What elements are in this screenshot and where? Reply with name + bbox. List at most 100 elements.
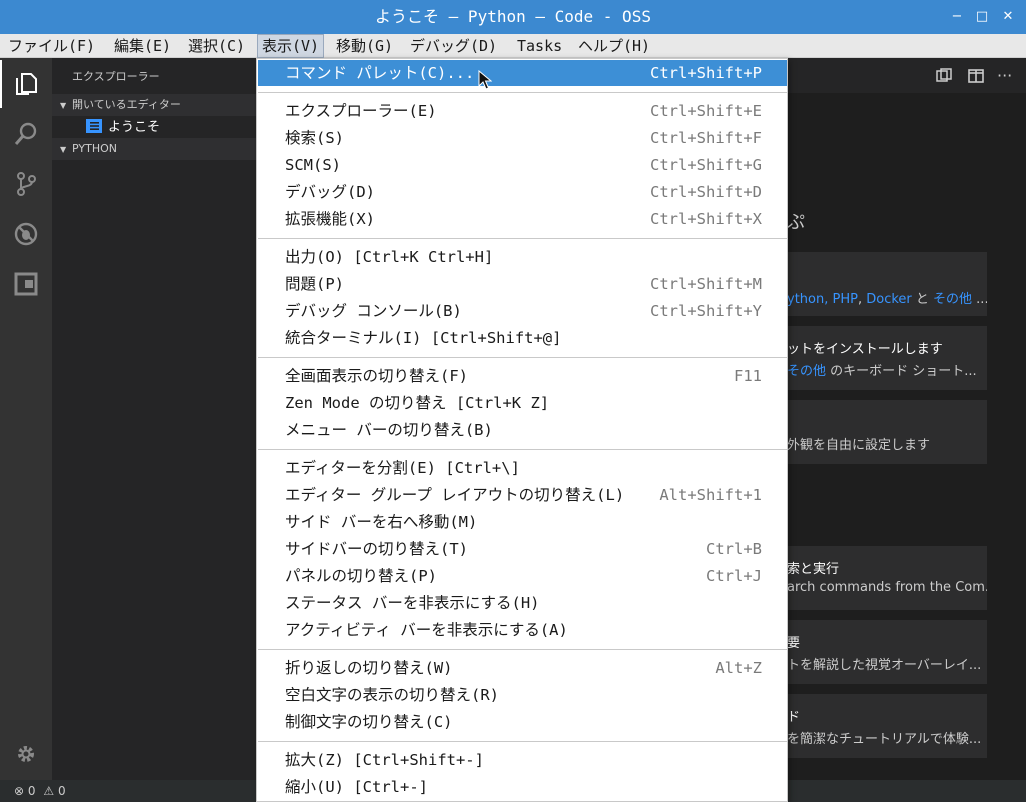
menu-item-label: コマンド パレット(C)...	[285, 64, 475, 82]
card-playground-title: ド	[787, 710, 801, 725]
error-icon: ⊗	[14, 784, 25, 798]
open-editors-section[interactable]: ▼ 開いているエディター	[52, 94, 257, 116]
view-menu-item[interactable]: パネルの切り替え(P) Ctrl+J	[258, 563, 787, 589]
manage-activity[interactable]	[0, 730, 52, 778]
warning-icon: ⚠	[43, 784, 55, 798]
view-menu-item[interactable]: SCM(S) Ctrl+Shift+G	[258, 152, 787, 178]
title-bar: ようこそ — Python — Code - OSS − □ ✕	[0, 0, 1026, 34]
menu-item-label: 全画面表示の切り替え(F)	[285, 367, 468, 385]
chevron-down-icon: ▼	[60, 145, 67, 154]
debug-activity[interactable]	[0, 210, 52, 258]
menu-tasks[interactable]: Tasks	[513, 34, 566, 58]
problems-status[interactable]: ⊗ 0 ⚠ 0	[14, 783, 66, 799]
menu-item-label: 空白文字の表示の切り替え(R)	[285, 686, 499, 704]
menu-item-label: デバッグ(D)	[285, 183, 375, 201]
error-count: 0	[27, 784, 36, 798]
link-keymaps-more[interactable]: その他	[787, 364, 826, 379]
menu-item-shortcut: Alt+Z	[715, 659, 762, 677]
menu-help[interactable]: ヘルプ(H)	[574, 34, 654, 58]
view-menu-item[interactable]: 空白文字の表示の切り替え(R)	[258, 682, 787, 708]
card-languages-text: ython, PHP, Docker と その他 ...	[787, 288, 987, 307]
split-editor-icon[interactable]	[967, 67, 985, 85]
menu-debug[interactable]: デバッグ(D)	[406, 34, 501, 58]
search-activity[interactable]	[0, 110, 52, 158]
folder-section[interactable]: ▼ PYTHON	[52, 138, 257, 160]
view-menu-item[interactable]: 問題(P) Ctrl+Shift+M	[258, 271, 787, 297]
link-python[interactable]: ython,	[787, 292, 833, 307]
view-menu-dropdown: コマンド パレット(C)... Ctrl+Shift+P エクスプローラー(E) Ct…	[256, 58, 788, 802]
menu-item-label: パネルの切り替え(P)	[285, 567, 437, 585]
menu-file[interactable]: ファイル(F)	[4, 34, 99, 58]
link-docker[interactable]: Docker	[866, 292, 912, 307]
view-menu-item[interactable]: デバッグ コンソール(B) Ctrl+Shift+Y	[258, 298, 787, 324]
menu-item-label: 出力(O) [Ctrl+K Ctrl+H]	[285, 248, 494, 266]
open-editor-label: ようこそ	[108, 120, 161, 135]
view-menu-item[interactable]: 拡大(Z) [Ctrl+Shift+-]	[258, 747, 787, 773]
view-menu-item[interactable]: 拡張機能(X) Ctrl+Shift+X	[258, 206, 787, 232]
menu-item-label: 制御文字の切り替え(C)	[285, 713, 453, 731]
menu-separator	[258, 92, 787, 93]
view-menu-item[interactable]: サイド バーを右へ移動(M)	[258, 509, 787, 535]
menu-item-shortcut: Ctrl+Shift+P	[650, 64, 762, 82]
view-menu-item[interactable]: デバッグ(D) Ctrl+Shift+D	[258, 179, 787, 205]
menu-item-label: 拡大(Z) [Ctrl+Shift+-]	[285, 751, 484, 769]
window-title: ようこそ — Python — Code - OSS	[375, 7, 651, 26]
view-menu-item[interactable]: エディター グループ レイアウトの切り替え(L) Alt+Shift+1	[258, 482, 787, 508]
sidebar-title: エクスプローラー	[72, 70, 160, 83]
maximize-button[interactable]: □	[974, 9, 990, 25]
card-keymaps-title: ットをインストールします	[787, 342, 943, 357]
menu-item-shortcut: Ctrl+B	[706, 540, 762, 558]
view-menu-item[interactable]: 折り返しの切り替え(W) Alt+Z	[258, 655, 787, 681]
welcome-card-languages[interactable]: ython, PHP, Docker と その他 ...	[787, 252, 987, 316]
welcome-card-overview[interactable]: 要 トを解説した視覚オーバーレイ...	[787, 620, 987, 684]
welcome-card-playground[interactable]: ド を簡潔なチュートリアルで体験...	[787, 694, 987, 758]
menu-item-label: SCM(S)	[285, 156, 341, 174]
view-menu-item[interactable]: アクティビティ バーを非表示にする(A)	[258, 617, 787, 643]
menu-item-shortcut: Ctrl+Shift+F	[650, 129, 762, 147]
explorer-activity[interactable]	[0, 60, 52, 108]
menu-item-shortcut: Alt+Shift+1	[659, 486, 762, 504]
scm-activity[interactable]	[0, 160, 52, 208]
welcome-card-commands[interactable]: 索と実行 arch commands from the Com...	[787, 546, 987, 610]
view-menu-item[interactable]: エクスプローラー(E) Ctrl+Shift+E	[258, 98, 787, 124]
menu-item-label: メニュー バーの切り替え(B)	[285, 421, 493, 439]
welcome-card-theme[interactable]: 外観を自由に設定します	[787, 400, 987, 464]
card-keymaps-text: その他 のキーボード ショート...	[787, 360, 977, 379]
menu-edit[interactable]: 編集(E)	[110, 34, 175, 58]
source-control-icon	[17, 172, 36, 196]
view-menu-item[interactable]: 統合ターミナル(I) [Ctrl+Shift+@]	[258, 325, 787, 351]
more-actions-icon[interactable]: ···	[997, 67, 1015, 85]
card-keymaps-desc: のキーボード ショート...	[826, 364, 977, 379]
menu-separator	[258, 649, 787, 650]
view-menu-item[interactable]: サイドバーの切り替え(T) Ctrl+B	[258, 536, 787, 562]
view-menu-item[interactable]: メニュー バーの切り替え(B)	[258, 417, 787, 443]
menu-item-label: デバッグ コンソール(B)	[285, 302, 462, 320]
view-menu-item[interactable]: 制御文字の切り替え(C)	[258, 709, 787, 735]
menu-item-shortcut: Ctrl+Shift+M	[650, 275, 762, 293]
card-theme-text: 外観を自由に設定します	[787, 438, 931, 453]
open-changes-icon[interactable]	[935, 67, 953, 85]
menu-item-label: 拡張機能(X)	[285, 210, 375, 228]
open-editor-item[interactable]: ようこそ	[86, 118, 160, 138]
view-menu-item[interactable]: ステータス バーを非表示にする(H)	[258, 590, 787, 616]
menu-item-label: ステータス バーを非表示にする(H)	[285, 594, 540, 612]
link-php[interactable]: PHP	[833, 292, 858, 307]
welcome-card-keymaps[interactable]: ットをインストールします その他 のキーボード ショート...	[787, 326, 987, 390]
menu-go[interactable]: 移動(G)	[332, 34, 397, 58]
menu-item-shortcut: Ctrl+J	[706, 567, 762, 585]
view-menu-item[interactable]: 縮小(U) [Ctrl+-]	[258, 774, 787, 800]
close-button[interactable]: ✕	[1000, 9, 1016, 25]
view-menu-item[interactable]: エディターを分割(E) [Ctrl+\]	[258, 455, 787, 481]
minimize-button[interactable]: −	[949, 9, 965, 25]
extensions-activity[interactable]	[0, 260, 52, 308]
folder-label: PYTHON	[72, 142, 117, 155]
menu-separator	[258, 741, 787, 742]
menu-view[interactable]: 表示(V)	[257, 34, 325, 58]
link-more[interactable]: その他	[933, 292, 972, 307]
view-menu-item[interactable]: 出力(O) [Ctrl+K Ctrl+H]	[258, 244, 787, 270]
view-menu-item[interactable]: 検索(S) Ctrl+Shift+F	[258, 125, 787, 151]
menu-selection[interactable]: 選択(C)	[184, 34, 249, 58]
view-menu-item[interactable]: 全画面表示の切り替え(F) F11	[258, 363, 787, 389]
view-menu-item[interactable]: Zen Mode の切り替え [Ctrl+K Z]	[258, 390, 787, 416]
view-menu-item[interactable]: コマンド パレット(C)... Ctrl+Shift+P	[258, 60, 787, 86]
